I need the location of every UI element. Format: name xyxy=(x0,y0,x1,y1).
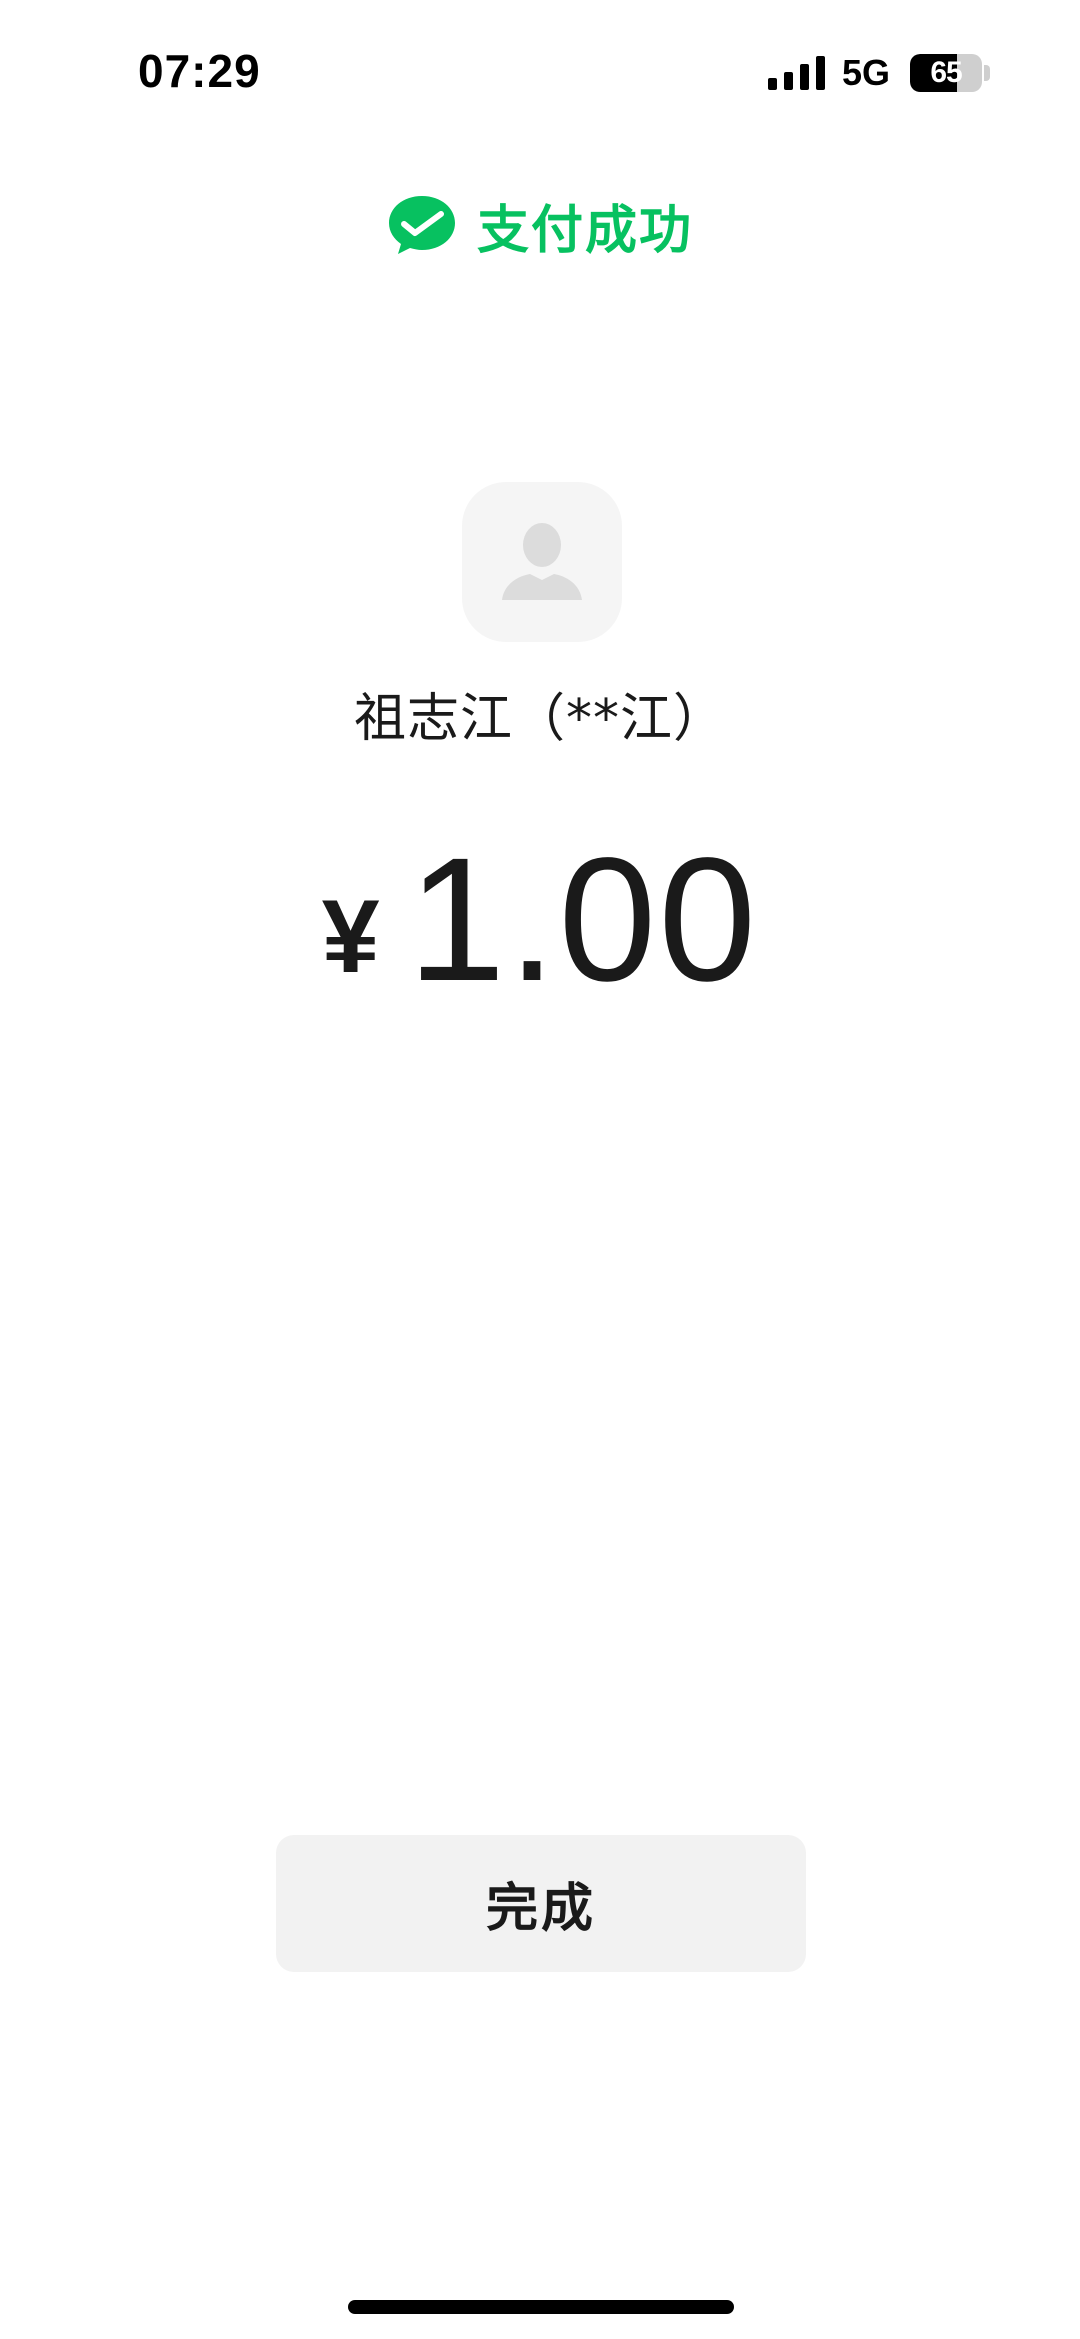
payee-avatar xyxy=(462,482,622,642)
network-type: 5G xyxy=(842,52,891,93)
status-time: 07:29 xyxy=(138,45,261,97)
battery-icon: 65 xyxy=(910,54,982,92)
status-bar: 07:29 5G 65 xyxy=(0,0,1080,150)
battery-percentage: 65 xyxy=(930,56,962,89)
battery-tip xyxy=(984,65,990,81)
amount-value: 1.00 xyxy=(407,822,759,1018)
payee-name: 祖志江（**江） xyxy=(353,689,726,749)
signal-bars-icon xyxy=(768,56,825,90)
home-indicator[interactable] xyxy=(348,2300,734,2314)
currency-symbol: ¥ xyxy=(321,879,380,995)
payment-success-header: 支付成功 xyxy=(0,190,1080,261)
done-button[interactable]: 完成 xyxy=(276,1835,806,1972)
default-user-avatar-icon xyxy=(502,523,582,600)
payment-success-title: 支付成功 xyxy=(476,200,693,261)
payment-amount: ¥ 1.00 xyxy=(0,822,1080,1018)
wechat-pay-check-icon xyxy=(388,196,455,254)
